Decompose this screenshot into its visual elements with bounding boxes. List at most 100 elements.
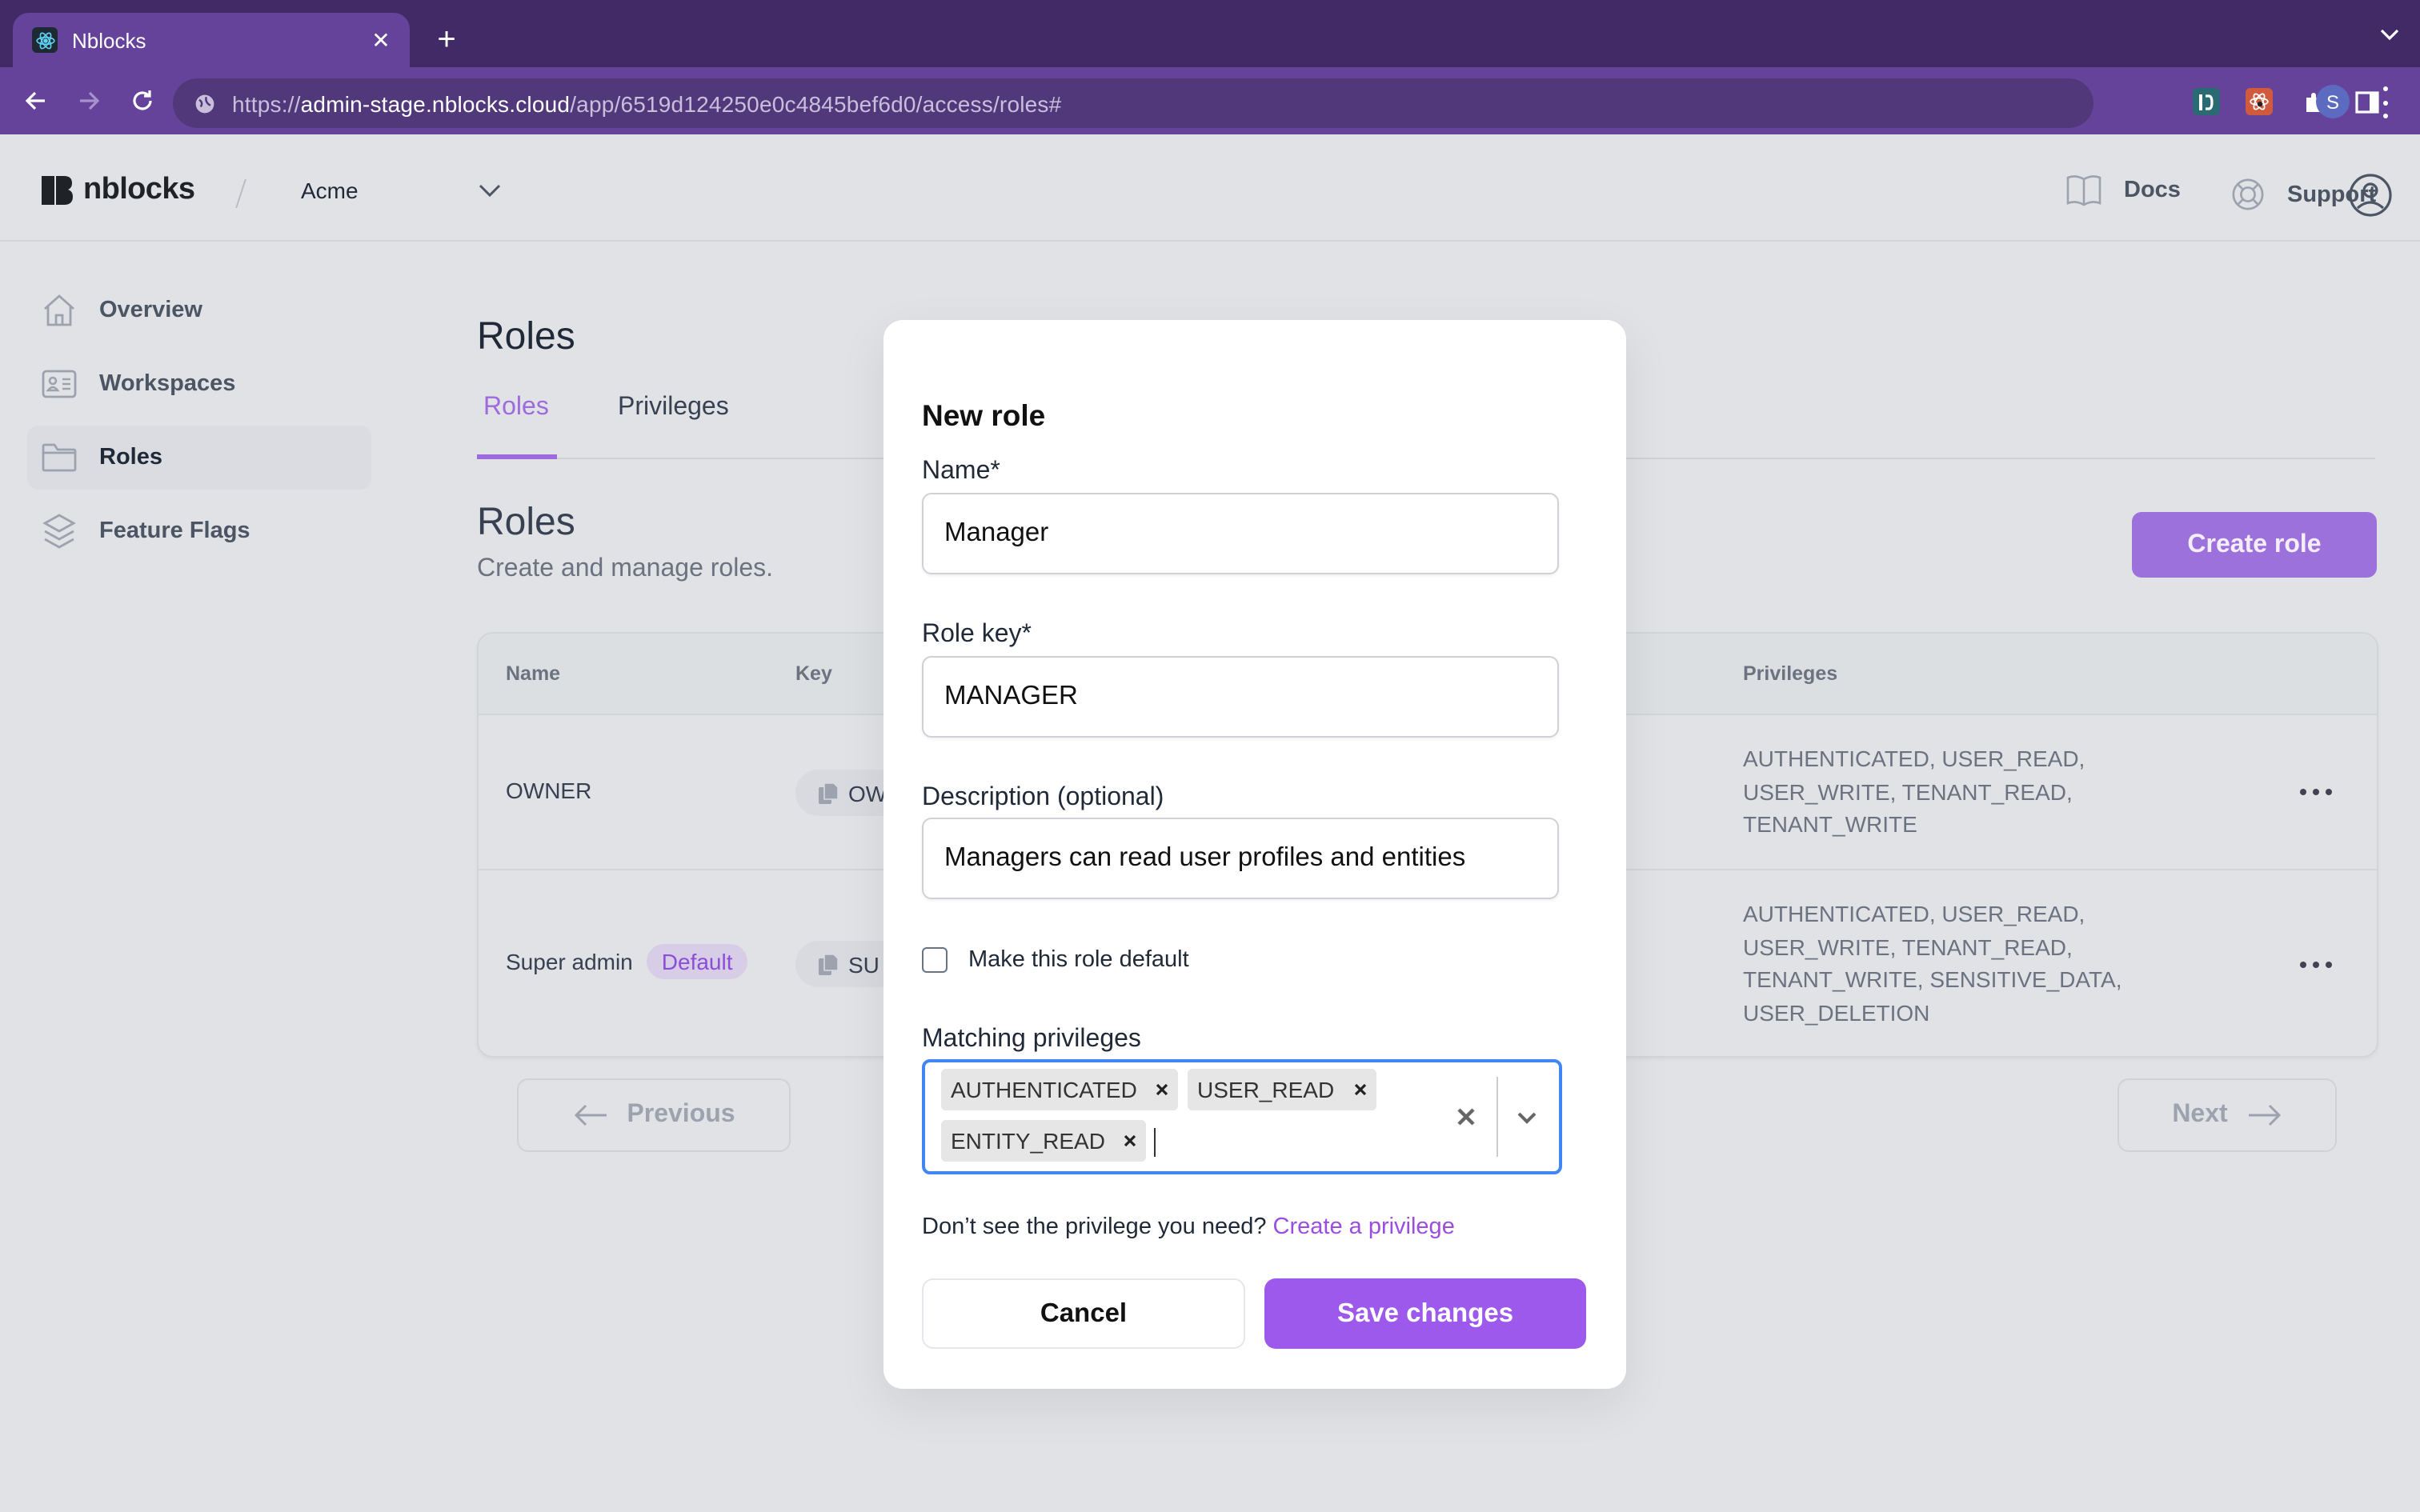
role-key-text: SU [848, 951, 879, 977]
layers-icon [42, 514, 77, 549]
role-key-label: Role key* [922, 621, 1032, 648]
app-root: Nblocks ✕ + https://admin-stage.nblocks.… [0, 0, 2420, 1512]
url-text: https://admin-stage.nblocks.cloud/app/65… [232, 90, 1061, 116]
sidebar-item-label: Feature Flags [99, 518, 250, 544]
sidebar: Overview Workspaces Roles Feature Flags [27, 278, 371, 573]
sidebar-item-feature-flags[interactable]: Feature Flags [27, 499, 371, 563]
create-privilege-link[interactable]: Create a privilege [1273, 1214, 1455, 1240]
tab-roles[interactable]: Roles [483, 394, 549, 422]
active-tab-indicator [477, 454, 557, 459]
sidebar-item-label: Roles [99, 445, 162, 470]
brand-name: nblocks [83, 173, 195, 206]
sidebar-item-overview[interactable]: Overview [27, 278, 371, 342]
chip-label: USER_READ [1197, 1077, 1335, 1102]
next-page-button[interactable]: Next [2118, 1078, 2337, 1152]
folder-icon [42, 440, 77, 475]
description-label: Description (optional) [922, 784, 1164, 811]
chevron-down-icon[interactable] [477, 179, 503, 202]
remove-chip-icon[interactable] [1344, 1069, 1376, 1110]
workspace-selector-label[interactable]: Acme [301, 178, 359, 203]
browser-profile-avatar[interactable]: S [2316, 85, 2350, 118]
copy-icon [819, 953, 839, 974]
default-role-checkbox[interactable]: Make this role default [922, 947, 1189, 973]
help-text: Don’t see the privilege you need? [922, 1214, 1267, 1240]
checkbox-box[interactable] [922, 947, 948, 973]
new-role-modal: New role Name* Role key* Description (op… [883, 320, 1626, 1389]
docs-link[interactable]: Docs [2066, 174, 2181, 206]
role-privileges: AUTHENTICATED, USER_READ, USER_WRITE, TE… [1743, 746, 2085, 837]
arrow-left-icon [574, 1104, 607, 1126]
sidebar-item-label: Workspaces [99, 371, 236, 397]
docs-label: Docs [2124, 178, 2181, 203]
site-info-icon[interactable] [192, 90, 218, 116]
column-header-privileges: Privileges [1743, 662, 1838, 685]
arrow-right-icon [2248, 1104, 2281, 1126]
cancel-button[interactable]: Cancel [922, 1278, 1245, 1349]
app-header: nblocks Acme Docs Support [0, 134, 2420, 242]
save-changes-button[interactable]: Save changes [1264, 1278, 1586, 1349]
brand-logo[interactable]: nblocks [42, 173, 195, 208]
role-name: Super admin [506, 949, 633, 974]
name-label: Name* [922, 458, 1000, 485]
default-badge: Default [647, 944, 747, 979]
column-header-name: Name [506, 662, 561, 685]
react-devtools-extension-icon[interactable] [2246, 88, 2273, 115]
remove-chip-icon[interactable] [1147, 1069, 1179, 1110]
sidebar-item-workspaces[interactable]: Workspaces [27, 352, 371, 416]
tab-privileges[interactable]: Privileges [618, 394, 729, 422]
chevron-down-icon[interactable] [1512, 1104, 1541, 1130]
role-privileges: AUTHENTICATED, USER_READ, USER_WRITE, TE… [1743, 901, 2122, 1025]
home-icon [42, 293, 77, 328]
text-caret [1154, 1128, 1156, 1157]
description-input[interactable] [922, 818, 1559, 899]
row-actions-menu-icon[interactable] [2300, 958, 2332, 971]
previous-label: Previous [627, 1101, 735, 1128]
role-key-input[interactable] [922, 656, 1559, 738]
previous-page-button[interactable]: Previous [517, 1078, 791, 1152]
name-input[interactable] [922, 493, 1559, 574]
browser-toolbar: https://admin-stage.nblocks.cloud/app/65… [0, 67, 2420, 134]
address-bar[interactable]: https://admin-stage.nblocks.cloud/app/65… [173, 78, 2093, 128]
column-header-key: Key [795, 662, 832, 685]
url-scheme: https:// [232, 90, 301, 116]
book-icon [2066, 175, 2101, 206]
remove-chip-icon[interactable] [1115, 1120, 1147, 1162]
url-host: admin-stage.nblocks.cloud [300, 90, 571, 116]
id-card-icon [42, 366, 77, 402]
role-name: OWNER [506, 778, 592, 803]
next-label: Next [2172, 1101, 2228, 1128]
chip-label: ENTITY_READ [951, 1128, 1105, 1154]
chip-label: AUTHENTICATED [951, 1077, 1137, 1102]
lifebuoy-icon [2232, 178, 2264, 210]
row-actions-menu-icon[interactable] [2300, 786, 2332, 798]
browser-tab-strip: Nblocks ✕ + [0, 0, 2420, 67]
user-account-icon[interactable] [2348, 173, 2393, 218]
browser-tab-title: Nblocks [72, 28, 146, 52]
role-name-cell: Super admin Default [506, 944, 747, 979]
create-role-button[interactable]: Create role [2132, 512, 2377, 578]
privileges-label: Matching privileges [922, 1026, 1141, 1053]
privileges-multiselect[interactable]: AUTHENTICATED USER_READ ENTITY_READ [922, 1059, 1562, 1174]
clear-all-icon[interactable] [1453, 1104, 1479, 1130]
breadcrumb-separator [235, 179, 246, 208]
nblocks-logo-icon [42, 176, 73, 205]
role-key-text: OW [848, 780, 887, 806]
privilege-chip: AUTHENTICATED [941, 1069, 1179, 1110]
indicator-separator [1496, 1077, 1498, 1157]
back-button[interactable] [19, 85, 51, 117]
sidebar-item-label: Overview [99, 298, 202, 323]
section-title: Roles [477, 501, 575, 544]
privilege-chip: USER_READ [1188, 1069, 1376, 1110]
copy-icon [819, 782, 839, 803]
new-tab-button[interactable]: + [429, 22, 464, 58]
browser-tab[interactable]: Nblocks ✕ [13, 13, 410, 67]
dashlane-extension-icon[interactable] [2193, 88, 2220, 115]
browser-menu-icon[interactable] [2375, 86, 2394, 118]
reload-button[interactable] [126, 85, 158, 117]
close-tab-icon[interactable]: ✕ [368, 26, 394, 54]
privilege-help-text: Don’t see the privilege you need? Create… [922, 1214, 1455, 1240]
forward-button[interactable] [74, 85, 106, 117]
tab-search-chevron-icon[interactable] [2378, 26, 2401, 45]
modal-title: New role [922, 398, 1046, 432]
sidebar-item-roles[interactable]: Roles [27, 426, 371, 490]
